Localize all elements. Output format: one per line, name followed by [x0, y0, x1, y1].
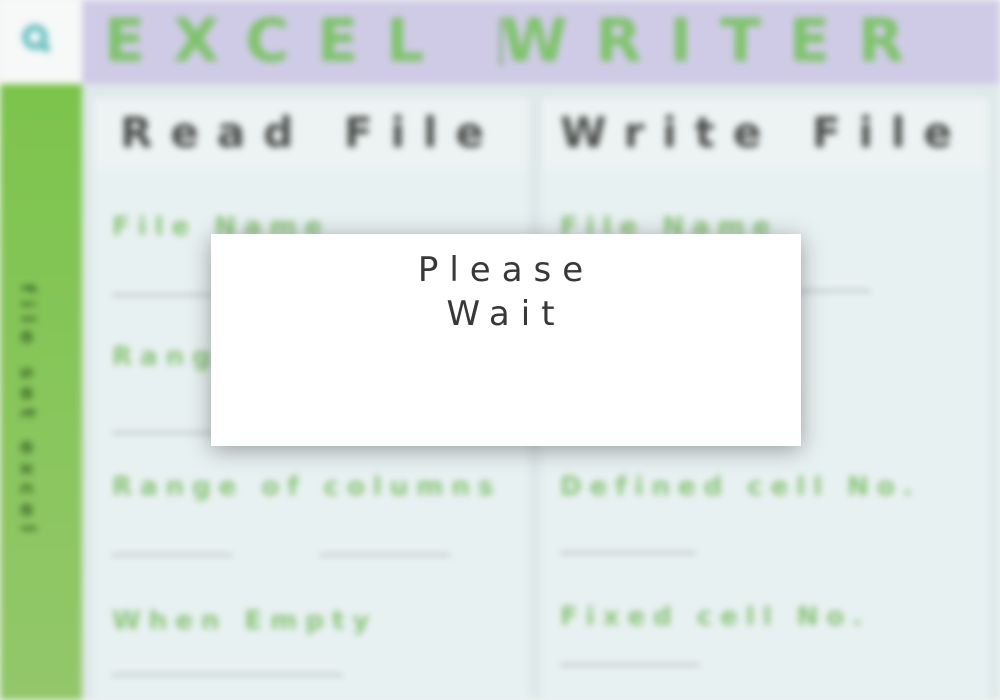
read-when-empty-label: When Empty [112, 606, 378, 636]
app-logo[interactable] [0, 0, 82, 84]
dialog-message-line-2: Wait [446, 294, 566, 334]
write-defined-cell-label: Defined cell No. [560, 472, 921, 502]
dialog-message-line-1: Please [417, 250, 595, 290]
logo-tail [42, 44, 50, 52]
read-range-of-columns-label: Range of columns [112, 472, 502, 502]
please-wait-dialog: Please Wait [211, 234, 801, 446]
read-file-title[interactable]: Read File [94, 98, 528, 168]
sidebar-vertical-label: file set excel [16, 284, 40, 540]
read-when-empty-input[interactable] [112, 674, 342, 676]
text-caret [500, 18, 502, 66]
write-fixed-cell-input[interactable] [560, 664, 700, 666]
read-column-from-input[interactable] [112, 554, 232, 556]
write-file-title[interactable]: Write File [542, 98, 988, 168]
app-title: EXCEL WRITER [104, 6, 933, 76]
sidebar: file set excel [0, 84, 82, 700]
read-column-to-input[interactable] [320, 554, 450, 556]
write-defined-cell-input[interactable] [560, 552, 696, 554]
app-header: EXCEL WRITER [82, 0, 1000, 84]
write-fixed-cell-label: Fixed cell No. [560, 602, 871, 632]
